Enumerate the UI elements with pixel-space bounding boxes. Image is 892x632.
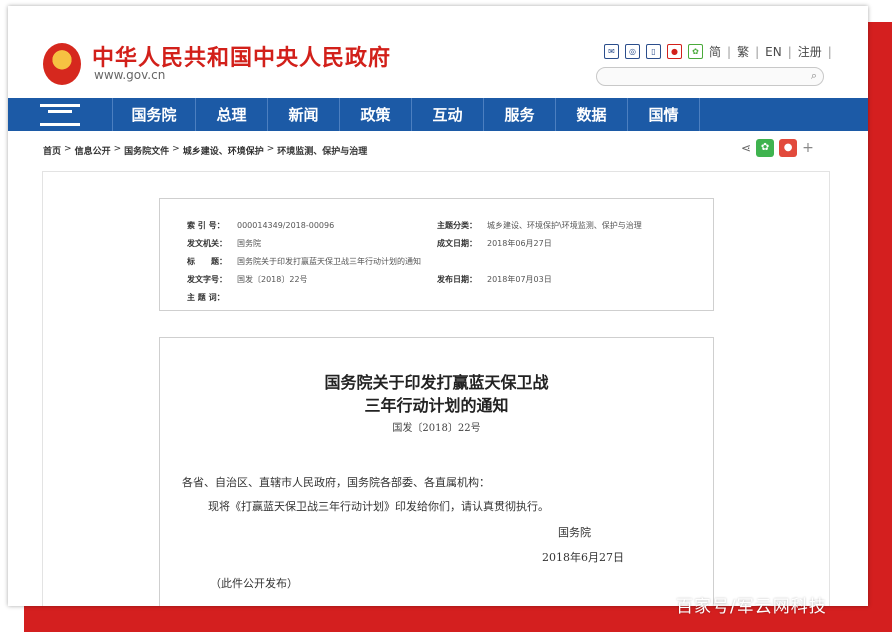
separator: | — [755, 44, 760, 59]
wechat-share-icon[interactable]: ✿ — [756, 139, 775, 157]
nav-home[interactable] — [8, 98, 113, 131]
document-date: 2018年6月27日 — [542, 551, 624, 564]
meta-created-date: 成文日期： 2018年06月27日 — [437, 239, 552, 248]
separator: | — [727, 44, 732, 59]
meta-keywords: 主 题 词： — [187, 293, 225, 302]
nav-item-premier[interactable]: 总理 — [196, 98, 268, 131]
screenshot-frame: 中华人民共和国中央人民政府 www.gov.cn ✉ ◎ ▯ ● ✿ 简 | 繁… — [8, 6, 868, 606]
meta-published-date: 发布日期： 2018年07月03日 — [437, 275, 552, 284]
nav-item-services[interactable]: 服务 — [484, 98, 556, 131]
breadcrumb-env-monitoring[interactable]: 环境监测、保护与治理 — [277, 144, 367, 157]
breadcrumb-urban-env[interactable]: 城乡建设、环境保护 — [183, 144, 264, 157]
breadcrumb-info-public[interactable]: 信息公开 — [75, 144, 111, 157]
search-icon[interactable]: ⌕ — [811, 69, 817, 83]
search-input[interactable]: ⌕ — [596, 67, 824, 86]
more-share-icon[interactable]: + — [802, 140, 814, 156]
document-metadata: 索 引 号： 000014349/2018-00096 主题分类： 城乡建设、环境保… — [159, 198, 714, 311]
separator: | — [827, 44, 832, 59]
document-title-line-2: 三年行动计划的通知 — [364, 396, 509, 415]
watermark: 百家号/军云网科技 — [676, 597, 827, 617]
weibo-icon[interactable]: ● — [667, 44, 682, 59]
rss-icon[interactable]: ◎ — [625, 44, 640, 59]
breadcrumb-separator: > — [64, 144, 72, 154]
weibo-share-icon[interactable]: ● — [779, 139, 798, 157]
breadcrumb-separator: > — [266, 144, 275, 154]
nav-item-state-council[interactable]: 国务院 — [113, 98, 196, 131]
breadcrumb: 首页 > 信息公开 > 国务院文件 > 城乡建设、环境保护 > 环境监测、保护与… — [43, 144, 367, 157]
breadcrumb-state-council-docs[interactable]: 国务院文件 — [124, 144, 169, 157]
document-salutation: 各省、自治区、直辖市人民政府，国务院各部委、各直属机构： — [182, 476, 490, 489]
meta-index: 索 引 号： 000014349/2018-00096 — [187, 221, 335, 230]
main-nav: 国务院 总理 新闻 政策 互动 服务 数据 国情 — [8, 98, 868, 131]
mobile-icon[interactable]: ▯ — [646, 44, 661, 59]
share-icon[interactable]: ⋖ — [741, 141, 751, 155]
meta-doc-number: 发文字号： 国发〔2018〕22号 — [187, 275, 308, 284]
document-title-line-1: 国务院关于印发打赢蓝天保卫战 — [324, 373, 549, 392]
wechat-icon[interactable]: ✿ — [688, 44, 703, 59]
tiananmen-icon — [40, 103, 80, 126]
breadcrumb-separator: > — [172, 144, 180, 154]
nav-item-national-info[interactable]: 国情 — [628, 98, 700, 131]
site-url[interactable]: www.gov.cn — [94, 68, 165, 82]
nav-item-interaction[interactable]: 互动 — [412, 98, 484, 131]
share-bar: ⋖ ✿ ● + — [741, 139, 814, 157]
document-paragraph: 现将《打赢蓝天保卫战三年行动计划》印发给你们，请认真贯彻执行。 — [208, 500, 549, 513]
nav-item-data[interactable]: 数据 — [556, 98, 628, 131]
document-publication-note: （此件公开发布） — [210, 577, 298, 590]
english-link[interactable]: EN — [765, 45, 782, 59]
meta-category: 主题分类： 城乡建设、环境保护\环境监测、保护与治理 — [437, 221, 642, 230]
breadcrumb-home[interactable]: 首页 — [43, 144, 61, 157]
traditional-link[interactable]: 繁 — [737, 43, 749, 60]
nav-item-news[interactable]: 新闻 — [268, 98, 340, 131]
meta-title: 标 题： 国务院关于印发打赢蓝天保卫战三年行动计划的通知 — [187, 257, 421, 266]
meta-issuer: 发文机关： 国务院 — [187, 239, 261, 248]
breadcrumb-separator: > — [113, 144, 122, 154]
national-emblem-logo[interactable] — [43, 43, 81, 85]
mail-icon[interactable]: ✉ — [604, 44, 619, 59]
document-body: 国务院关于印发打赢蓝天保卫战 三年行动计划的通知 国发〔2018〕22号 各省、… — [159, 337, 714, 606]
document-number: 国发〔2018〕22号 — [392, 423, 481, 434]
document-signer: 国务院 — [558, 526, 591, 539]
simplified-link[interactable]: 简 — [709, 43, 721, 60]
register-link[interactable]: 注册 — [798, 43, 822, 60]
top-utility-bar: ✉ ◎ ▯ ● ✿ 简 | 繁 | EN | 注册 | — [604, 43, 832, 60]
nav-item-policy[interactable]: 政策 — [340, 98, 412, 131]
separator: | — [787, 44, 792, 59]
